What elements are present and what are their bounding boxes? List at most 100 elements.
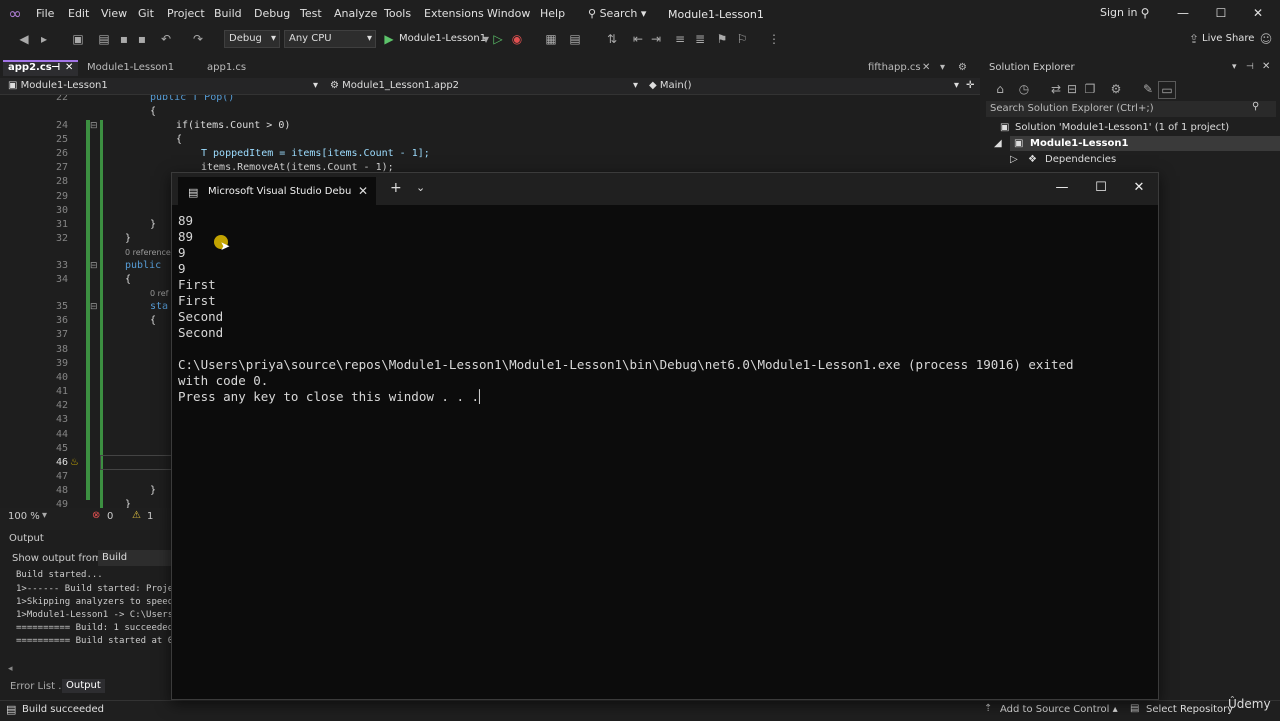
output-source-select[interactable]: Build [98,550,182,566]
configuration-select[interactable]: Debug ▾ [224,30,280,48]
search-menu[interactable]: ⚲ Search ▾ [588,7,646,20]
close-icon[interactable]: ✕ [65,62,73,74]
menu-git[interactable]: Git [138,7,154,20]
hot-reload-icon[interactable]: ◉ [509,31,525,47]
undo-icon[interactable]: ↶ [158,31,174,47]
run-target-label[interactable]: Module1-Lesson1 [399,33,486,44]
class-dropdown[interactable]: ⚙ Module1_Lesson1.app2 [330,79,459,93]
select-repository[interactable]: Select Repository [1146,704,1233,715]
sync-icon[interactable]: ⇄ [1048,81,1064,97]
close-icon[interactable]: ✕ [922,60,930,76]
step-icon[interactable]: ⇅ [604,31,620,47]
start-debugging-icon[interactable]: ▶ [381,31,397,47]
account-icon[interactable]: ☺ [1258,31,1274,47]
uncomment-icon[interactable]: ≣ [692,31,708,47]
reference-count[interactable]: 0 reference [125,248,171,257]
warning-count[interactable]: 1 [147,511,153,522]
back-icon[interactable]: ◀ [16,31,32,47]
chevron-down-icon[interactable]: ▾ [42,510,47,521]
toolbar-overflow-icon[interactable]: ⋮ [766,31,782,47]
menu-help[interactable]: Help [540,7,565,20]
live-share-button[interactable]: Live Share [1202,33,1254,44]
pin-icon[interactable]: ⊣ [1246,62,1254,72]
save-all-icon[interactable]: ▪ [134,31,150,47]
search-icon[interactable]: ⚲ [1252,101,1259,112]
error-count[interactable]: 0 [107,511,113,522]
gear-icon[interactable]: ⚙ [958,60,967,76]
menu-edit[interactable]: Edit [68,7,89,20]
console-maximize-button[interactable]: ☐ [1093,181,1109,195]
forward-icon[interactable]: ▸ [36,31,52,47]
menu-file[interactable]: File [36,7,54,20]
menu-project[interactable]: Project [167,7,205,20]
debug-console-window[interactable]: ▤ Microsoft Visual Studio Debu ✕ + ⌄ — ☐… [171,172,1159,700]
warning-icon[interactable]: ⚠ [132,510,141,521]
chevron-down-icon[interactable]: ▾ [313,79,318,93]
menu-view[interactable]: View [101,7,127,20]
outdent-icon[interactable]: ⇥ [648,31,664,47]
minimize-button[interactable]: — [1173,6,1193,20]
add-to-source-control[interactable]: Add to Source Control ▴ [1000,704,1118,715]
project-dropdown[interactable]: ▣ Module1-Lesson1 [8,79,108,93]
feedback-icon[interactable]: ⚲ [1135,6,1155,20]
save-icon[interactable]: ▪ [116,31,132,47]
indent-icon[interactable]: ⇤ [630,31,646,47]
show-all-files-icon[interactable]: ❐ [1082,81,1098,97]
solution-node[interactable]: Solution 'Module1-Lesson1' (1 of 1 proje… [1015,122,1229,133]
home-icon[interactable]: ⌂ [992,81,1008,97]
properties-icon[interactable]: ✎ [1140,81,1156,97]
tab-output[interactable]: Output [62,679,105,693]
preview-icon[interactable]: ▭ [1158,81,1176,99]
collapse-icon[interactable]: ⊟ [90,261,98,271]
close-button[interactable]: ✕ [1248,6,1268,20]
live-share-icon[interactable]: ⇪ [1186,31,1202,47]
project-node[interactable]: Module1-Lesson1 [1030,138,1128,149]
maximize-button[interactable]: ☐ [1211,6,1231,20]
chevron-down-icon[interactable]: ⌄ [416,181,425,194]
layout-icon[interactable]: ▤ [567,31,583,47]
console-close-button[interactable]: ✕ [1131,181,1147,195]
history-icon[interactable]: ◷ [1016,81,1032,97]
new-project-icon[interactable]: ▣ [70,31,86,47]
pin-icon[interactable]: ⊣ [51,62,60,74]
console-tab[interactable]: ▤ Microsoft Visual Studio Debu ✕ [178,177,376,205]
collapse-icon[interactable]: ⊟ [90,302,98,312]
dependencies-node[interactable]: Dependencies [1045,154,1116,165]
collapse-all-icon[interactable]: ⊟ [1064,81,1080,97]
tab-module1-lesson1[interactable]: Module1-Lesson1 [87,60,174,76]
menu-build[interactable]: Build [214,7,242,20]
console-minimize-button[interactable]: — [1054,181,1070,195]
comment-icon[interactable]: ≡ [672,31,688,47]
start-without-debugging-icon[interactable]: ▷ [490,31,506,47]
error-icon[interactable]: ⊗ [92,510,100,521]
collapse-icon[interactable]: ⊟ [90,121,98,131]
menu-extensions[interactable]: Extensions [424,7,484,20]
chevron-down-icon[interactable]: ▾ [633,79,638,93]
member-dropdown[interactable]: ◆ Main() [649,79,692,93]
menu-tools[interactable]: Tools [384,7,411,20]
menu-debug[interactable]: Debug [254,7,290,20]
tab-fifthapp[interactable]: fifthapp.cs [868,60,921,76]
bookmark-prev-icon[interactable]: ⚐ [734,31,750,47]
expand-icon[interactable]: ◢ [994,138,1002,149]
toolbox-icon[interactable]: ▦ [543,31,559,47]
solution-search-input[interactable]: Search Solution Explorer (Ctrl+;) [986,101,1276,117]
chevron-down-icon[interactable]: ▾ [1232,62,1237,72]
reference-count[interactable]: 0 ref [150,289,168,298]
redo-icon[interactable]: ↷ [190,31,206,47]
scroll-left-icon[interactable]: ◂ [8,664,13,674]
bookmark-icon[interactable]: ⚑ [714,31,730,47]
close-icon[interactable]: ✕ [1262,61,1270,72]
visual-studio-logo-icon[interactable]: ∞ [6,5,24,23]
tab-error-list[interactable]: Error List ... [10,681,68,692]
open-icon[interactable]: ▤ [96,31,112,47]
console-output[interactable]: 89 89 9 9 First First Second Second C:\U… [178,213,1074,405]
tab-list-dropdown-icon[interactable]: ▾ [940,60,945,76]
menu-analyze[interactable]: Analyze [334,7,377,20]
close-icon[interactable]: ✕ [358,184,368,198]
platform-select[interactable]: Any CPU ▾ [284,30,376,48]
menu-window[interactable]: Window [487,7,530,20]
collapsed-icon[interactable]: ▷ [1010,154,1018,165]
tab-app1[interactable]: app1.cs [207,60,246,76]
tab-app2[interactable]: app2.cs ⊣ ✕ [3,60,78,76]
